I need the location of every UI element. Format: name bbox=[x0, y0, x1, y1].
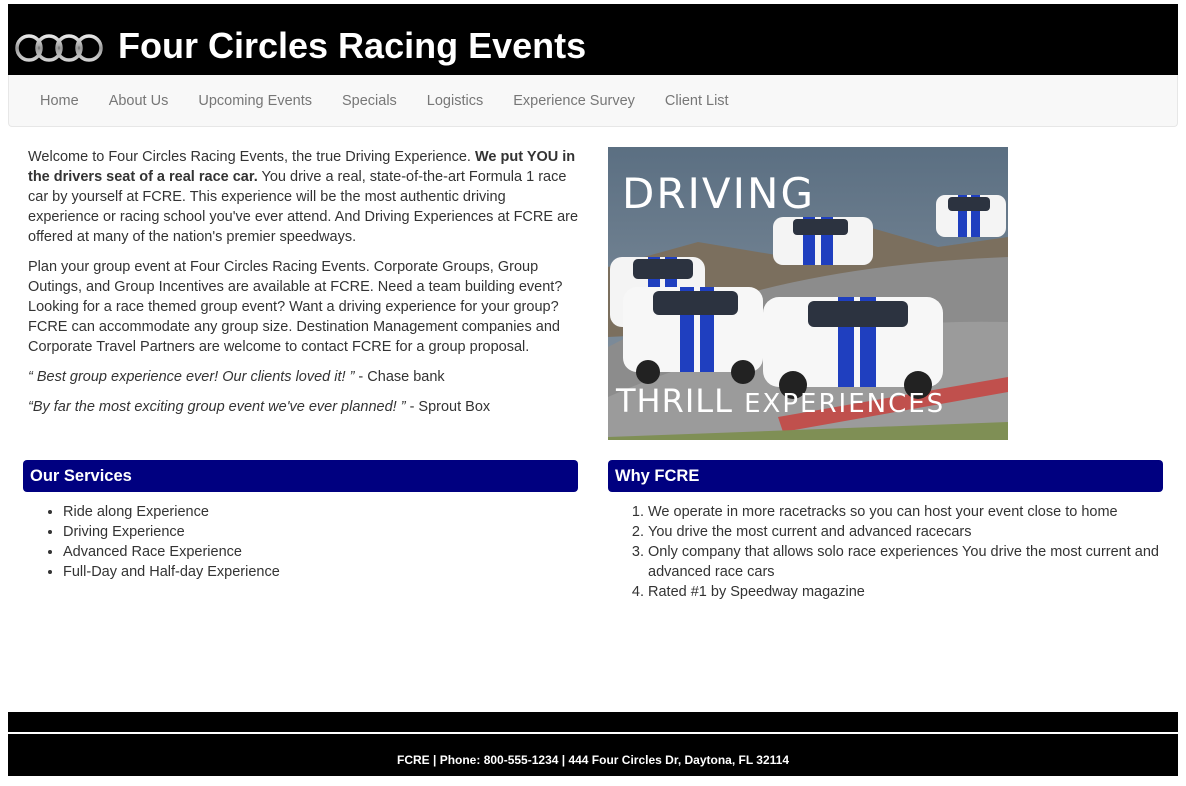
four-rings-logo bbox=[15, 34, 103, 62]
list-item: We operate in more racetracks so you can… bbox=[648, 502, 1163, 522]
nav-item-experience-survey[interactable]: Experience Survey bbox=[498, 76, 650, 126]
page: Four Circles Racing Events Home About Us… bbox=[0, 0, 1186, 785]
why-fcre-list: We operate in more racetracks so you can… bbox=[608, 502, 1163, 602]
list-item: Only company that allows solo race exper… bbox=[648, 542, 1163, 582]
site-title: Four Circles Racing Events bbox=[118, 25, 587, 66]
testimonial-2-source: - Sprout Box bbox=[405, 399, 491, 415]
testimonial-2: “By far the most exciting group event we… bbox=[28, 397, 580, 417]
main-nav: Home About Us Upcoming Events Specials L… bbox=[8, 75, 1178, 127]
list-item: You drive the most current and advanced … bbox=[648, 522, 1163, 542]
hero-image: DRIVING THRILL EXPERIENCES bbox=[608, 147, 1008, 440]
nav-item-logistics[interactable]: Logistics bbox=[412, 76, 498, 126]
intro-section: Welcome to Four Circles Racing Events, t… bbox=[28, 147, 580, 427]
why-fcre-heading: Why FCRE bbox=[608, 460, 1163, 492]
list-item: Advanced Race Experience bbox=[63, 542, 578, 562]
nav-item-upcoming-events[interactable]: Upcoming Events bbox=[183, 76, 327, 126]
intro-p1-start: Welcome to Four Circles Racing Events, t… bbox=[28, 149, 475, 165]
footer-contact: FCRE | Phone: 800-555-1234 | 444 Four Ci… bbox=[8, 734, 1178, 776]
intro-paragraph-1: Welcome to Four Circles Racing Events, t… bbox=[28, 147, 580, 247]
list-item: Ride along Experience bbox=[63, 502, 578, 522]
nav-item-home[interactable]: Home bbox=[25, 76, 94, 126]
hero-text-driving: DRIVING bbox=[622, 169, 815, 218]
testimonial-2-quote: “By far the most exciting group event we… bbox=[28, 399, 406, 415]
hero-text-thrill-experiences: THRILL EXPERIENCES bbox=[616, 383, 945, 422]
footer-bar bbox=[8, 712, 1178, 732]
nav-item-specials[interactable]: Specials bbox=[327, 76, 412, 126]
nav-item-about-us[interactable]: About Us bbox=[94, 76, 184, 126]
testimonial-1-source: - Chase bank bbox=[354, 369, 445, 385]
list-item: Rated #1 by Speedway magazine bbox=[648, 582, 1163, 602]
services-heading: Our Services bbox=[23, 460, 578, 492]
hero-text-thrill: THRILL bbox=[616, 382, 733, 420]
nav-item-client-list[interactable]: Client List bbox=[650, 76, 744, 126]
nav-list: Home About Us Upcoming Events Specials L… bbox=[9, 75, 1177, 126]
hero-text-experiences: EXPERIENCES bbox=[744, 389, 946, 419]
list-item: Full-Day and Half-day Experience bbox=[63, 562, 578, 582]
site-header: Four Circles Racing Events bbox=[8, 4, 1178, 75]
intro-paragraph-2: Plan your group event at Four Circles Ra… bbox=[28, 259, 563, 355]
list-item: Driving Experience bbox=[63, 522, 578, 542]
testimonial-1: “ Best group experience ever! Our client… bbox=[28, 367, 580, 387]
services-list: Ride along Experience Driving Experience… bbox=[23, 502, 578, 582]
testimonial-1-quote: “ Best group experience ever! Our client… bbox=[28, 369, 355, 385]
